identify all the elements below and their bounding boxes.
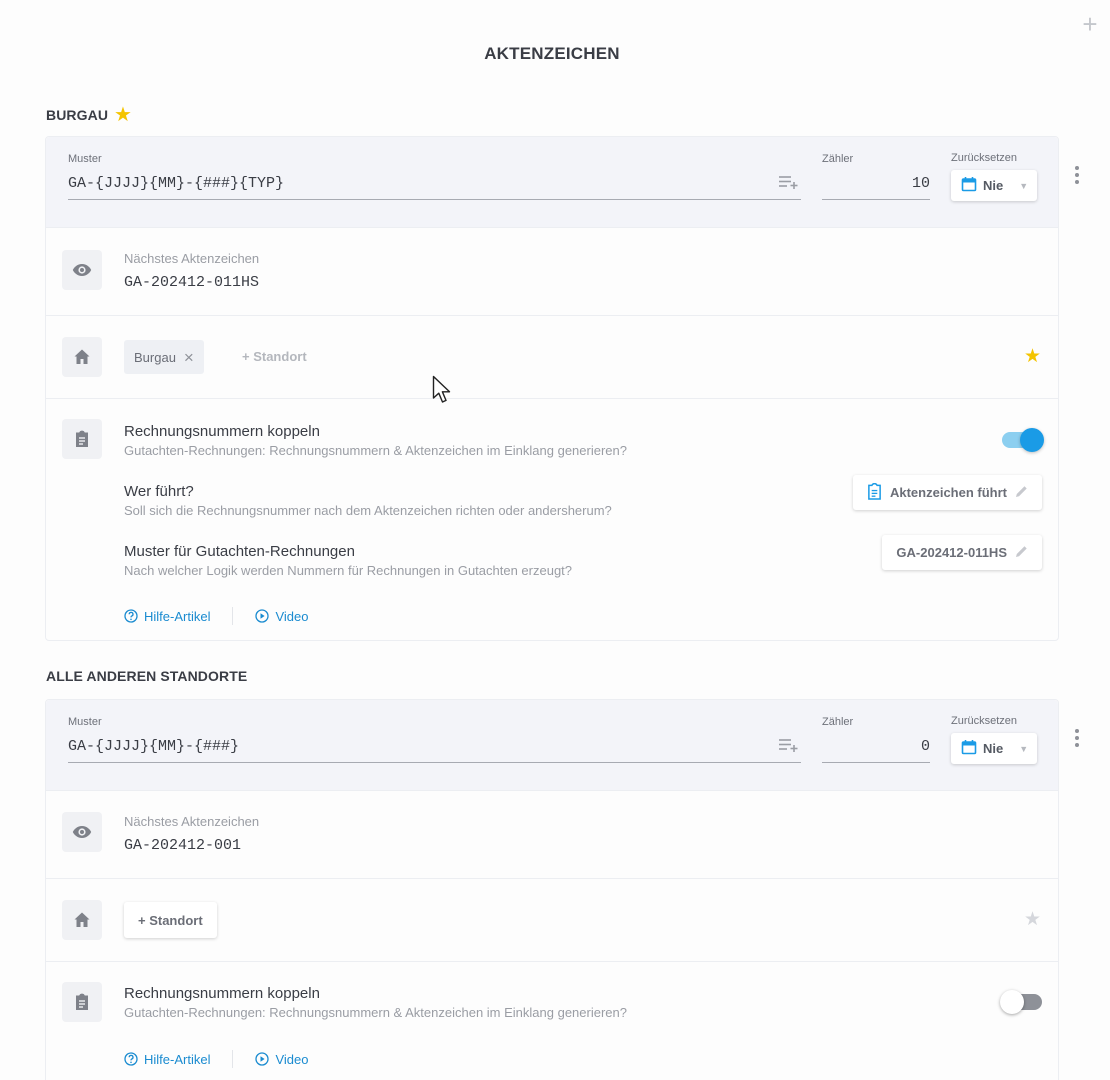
pattern-input[interactable]: GA-{JJJJ}{MM}-{###} xyxy=(68,738,239,755)
next-number-label: Nächstes Aktenzeichen xyxy=(124,814,260,829)
calendar-icon xyxy=(961,176,977,195)
toggle-knob xyxy=(1000,990,1024,1014)
next-number-value: GA-202412-001 xyxy=(124,837,242,854)
eye-icon xyxy=(62,812,102,852)
help-links: Hilfe-Artikel Video xyxy=(124,1050,308,1068)
add-location-link[interactable]: + Standort xyxy=(242,349,307,364)
location-row: Burgau × + Standort ★ xyxy=(46,316,1058,399)
insert-placeholder-icon[interactable] xyxy=(779,738,799,757)
clipboard-icon xyxy=(867,482,882,503)
numbering-card: Muster GA-{JJJJ}{MM}-{###} Zähler 0 Zurü… xyxy=(45,699,1059,1080)
help-article-label: Hilfe-Artikel xyxy=(144,1051,211,1067)
home-icon xyxy=(62,337,102,377)
location-row: + Standort ★ xyxy=(46,879,1058,962)
clipboard-icon xyxy=(62,982,102,1022)
page-title: AKTENZEICHEN xyxy=(484,44,620,63)
remove-icon[interactable]: × xyxy=(184,349,194,366)
chevron-down-icon: ▼ xyxy=(1019,180,1029,191)
pattern-label: Muster xyxy=(68,153,102,165)
location-chip[interactable]: Burgau × xyxy=(124,340,204,374)
video-label: Video xyxy=(275,608,309,624)
leader-title: Wer führt? xyxy=(124,483,194,500)
mouse-cursor-icon xyxy=(432,375,451,403)
counter-underline xyxy=(822,199,930,200)
numbering-card: Muster GA-{JJJJ}{MM}-{###}{TYP} Zähler 1… xyxy=(45,136,1059,641)
more-options-icon[interactable] xyxy=(1067,163,1087,187)
play-icon xyxy=(255,1052,270,1066)
pattern-underline xyxy=(68,199,801,200)
counter-underline xyxy=(822,762,930,763)
help-article-link[interactable]: Hilfe-Artikel xyxy=(124,609,210,624)
pattern-section: Muster GA-{JJJJ}{MM}-{###}{TYP} Zähler 1… xyxy=(46,137,1058,228)
help-icon xyxy=(124,1052,138,1066)
chevron-down-icon: ▼ xyxy=(1019,743,1029,754)
eye-icon xyxy=(62,250,102,290)
counter-input[interactable]: 0 xyxy=(822,738,930,755)
favorite-star-icon[interactable]: ★ xyxy=(1024,347,1041,366)
group-heading-others: ALLE ANDEREN STANDORTE xyxy=(46,668,247,684)
calendar-icon xyxy=(961,739,977,758)
divider xyxy=(232,607,234,625)
pattern-input[interactable]: GA-{JJJJ}{MM}-{###}{TYP} xyxy=(68,175,284,192)
reset-select[interactable]: Nie ▼ xyxy=(951,170,1037,201)
group-heading-burgau: BURGAU ★ xyxy=(46,105,132,125)
coupling-description: Gutachten-Rechnungen: Rechnungsnummern &… xyxy=(124,1005,627,1020)
help-links: Hilfe-Artikel Video xyxy=(124,607,308,625)
reset-label: Zurücksetzen xyxy=(951,715,1018,727)
invoice-pattern-description: Nach welcher Logik werden Nummern für Re… xyxy=(124,563,573,578)
counter-input[interactable]: 10 xyxy=(822,175,930,192)
add-location-label: + Standort xyxy=(138,912,203,928)
video-label: Video xyxy=(275,1051,309,1067)
next-number-row: Nächstes Aktenzeichen GA-202412-001 xyxy=(46,791,1058,879)
video-link[interactable]: Video xyxy=(255,1052,308,1067)
coupling-title: Rechnungsnummern koppeln xyxy=(124,423,320,440)
divider xyxy=(232,1050,234,1068)
pencil-icon xyxy=(1015,485,1028,501)
pattern-underline xyxy=(68,762,801,763)
more-options-icon[interactable] xyxy=(1067,726,1087,750)
pencil-icon xyxy=(1015,545,1028,561)
insert-placeholder-icon[interactable] xyxy=(779,175,799,194)
leader-button-label: Aktenzeichen führt xyxy=(889,485,1007,500)
next-number-value: GA-202412-011HS xyxy=(124,274,260,291)
home-icon xyxy=(62,900,102,940)
invoice-pattern-button[interactable]: GA-202412-011HS xyxy=(882,535,1042,570)
toggle-knob xyxy=(1020,428,1044,452)
help-article-link[interactable]: Hilfe-Artikel xyxy=(124,1052,210,1067)
coupling-toggle[interactable] xyxy=(1000,990,1042,1014)
invoice-pattern-label: GA-202412-011HS xyxy=(896,545,1007,560)
clipboard-icon xyxy=(62,419,102,459)
invoice-coupling-row: Rechnungsnummern koppeln Gutachten-Rechn… xyxy=(46,962,1058,1080)
play-icon xyxy=(255,609,270,623)
pattern-label: Muster xyxy=(68,716,102,728)
reset-value: Nie xyxy=(983,741,1004,756)
add-icon[interactable]: + xyxy=(1078,11,1102,37)
reset-label: Zurücksetzen xyxy=(951,152,1018,164)
video-link[interactable]: Video xyxy=(255,609,308,624)
coupling-title: Rechnungsnummern koppeln xyxy=(124,985,320,1002)
group-heading-label: ALLE ANDEREN STANDORTE xyxy=(46,668,248,684)
favorite-star-icon[interactable]: ★ xyxy=(1024,910,1041,929)
location-chip-label: Burgau xyxy=(134,349,176,365)
star-icon: ★ xyxy=(114,104,133,126)
coupling-toggle[interactable] xyxy=(1002,428,1044,452)
help-article-label: Hilfe-Artikel xyxy=(144,608,211,624)
leader-button[interactable]: Aktenzeichen führt xyxy=(852,475,1042,510)
invoice-pattern-title: Muster für Gutachten-Rechnungen xyxy=(124,543,355,560)
leader-description: Soll sich die Rechnungsnummer nach dem A… xyxy=(124,503,612,518)
pattern-section: Muster GA-{JJJJ}{MM}-{###} Zähler 0 Zurü… xyxy=(46,700,1058,791)
invoice-coupling-row: Rechnungsnummern koppeln Gutachten-Rechn… xyxy=(46,399,1058,640)
next-number-row: Nächstes Aktenzeichen GA-202412-011HS xyxy=(46,228,1058,316)
next-number-label: Nächstes Aktenzeichen xyxy=(124,251,260,266)
add-location-button[interactable]: + Standort xyxy=(124,902,217,938)
coupling-description: Gutachten-Rechnungen: Rechnungsnummern &… xyxy=(124,443,627,458)
counter-label: Zähler xyxy=(822,716,854,728)
reset-select[interactable]: Nie ▼ xyxy=(951,733,1037,764)
counter-label: Zähler xyxy=(822,153,854,165)
reset-value: Nie xyxy=(983,178,1004,193)
group-heading-label: BURGAU xyxy=(46,107,109,123)
help-icon xyxy=(124,609,138,623)
